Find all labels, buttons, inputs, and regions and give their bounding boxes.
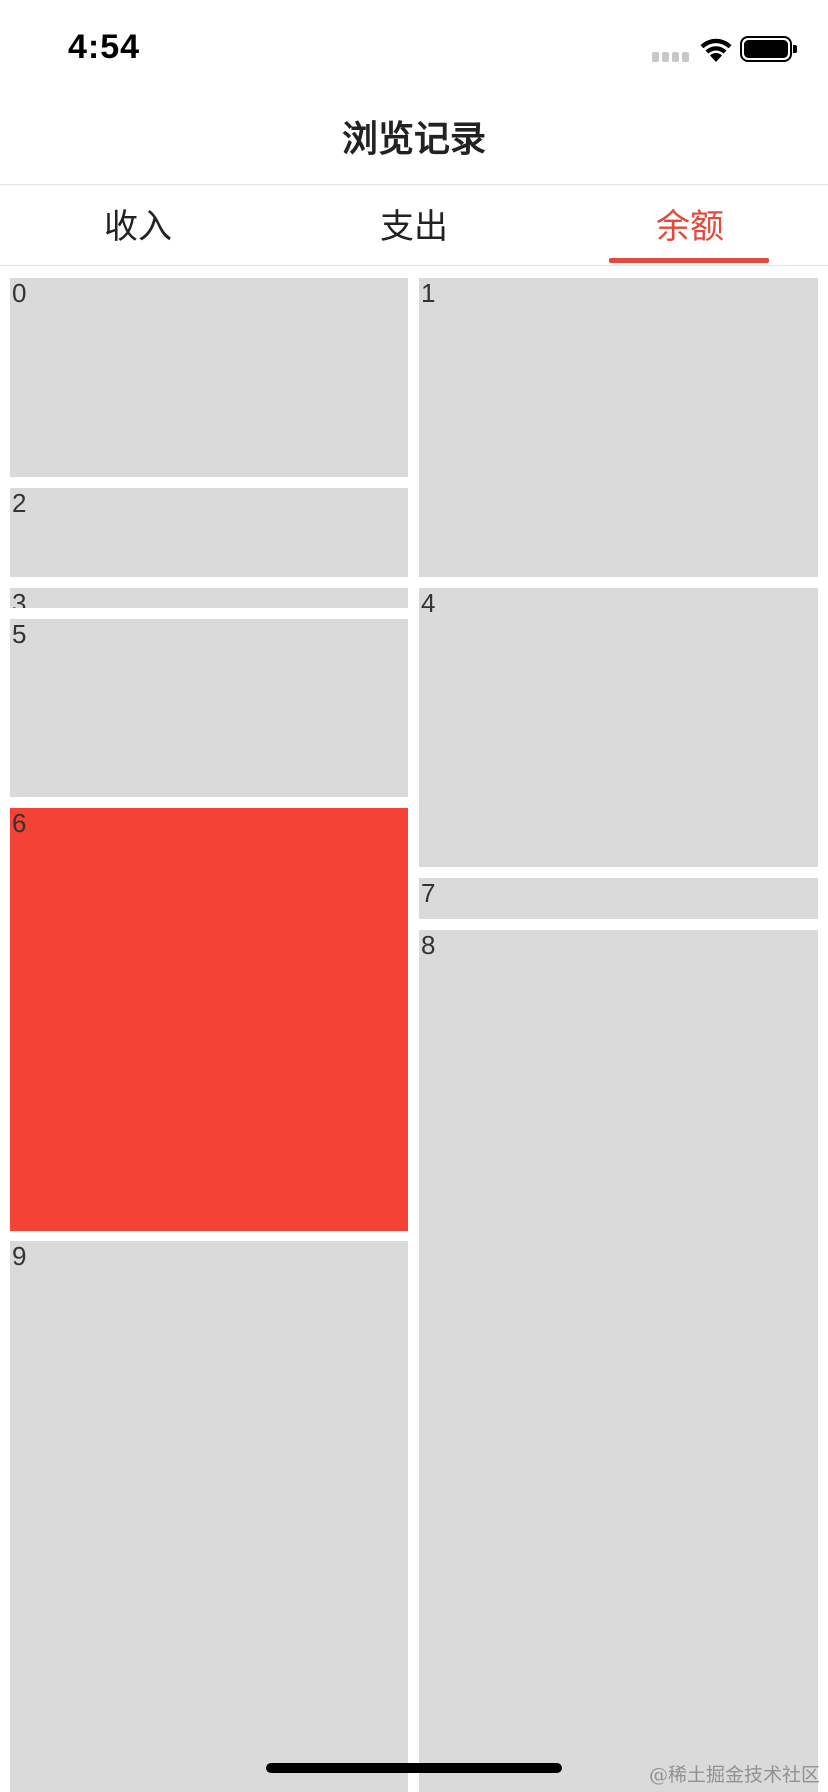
cellular-signal-icon	[652, 52, 690, 62]
grid-item[interactable]: 2	[10, 488, 408, 577]
tab-bar: 收入 支出 余额	[0, 185, 828, 266]
grid-item-label: 0	[12, 278, 27, 308]
grid-item-label: 9	[12, 1241, 27, 1271]
home-indicator[interactable]	[266, 1763, 562, 1773]
tab-label: 余额	[656, 207, 724, 247]
navigation-bar: 浏览记录	[0, 96, 828, 185]
grid-item-label: 8	[421, 930, 436, 960]
watermark: @稀土掘金技术社区	[648, 1764, 820, 1786]
grid-item[interactable]: 5	[10, 619, 408, 797]
status-bar: 4:54	[0, 0, 828, 96]
tab-expense[interactable]: 支出	[276, 185, 552, 265]
grid-item-label: 4	[421, 588, 436, 618]
grid-item-label: 3	[12, 588, 27, 608]
grid-item[interactable]: 3	[10, 588, 408, 608]
grid-item[interactable]: 7	[419, 878, 818, 919]
wifi-icon	[700, 38, 732, 62]
tab-label: 收入	[104, 207, 172, 247]
grid-item-label: 6	[12, 808, 27, 838]
grid-item[interactable]: 9	[10, 1241, 408, 1792]
grid-item[interactable]: 8	[419, 930, 818, 1792]
grid-item[interactable]: 1	[419, 278, 818, 577]
battery-icon	[740, 36, 797, 62]
tab-label: 支出	[380, 207, 448, 247]
waterfall-grid[interactable]: 0 1 2 3 4 5 6 7 8 9	[0, 266, 828, 1792]
page-title: 浏览记录	[341, 119, 486, 160]
grid-item[interactable]: 4	[419, 588, 818, 867]
grid-item-label: 5	[12, 619, 27, 649]
grid-item-highlighted[interactable]: 6	[10, 808, 408, 1231]
active-tab-indicator	[609, 258, 769, 263]
grid-item-label: 1	[421, 278, 436, 308]
tab-balance[interactable]: 余额	[552, 185, 828, 265]
status-time: 4:54	[68, 28, 141, 66]
tab-income[interactable]: 收入	[0, 185, 276, 265]
grid-item-label: 7	[421, 878, 436, 908]
grid-item-label: 2	[12, 488, 27, 518]
grid-item[interactable]: 0	[10, 278, 408, 477]
